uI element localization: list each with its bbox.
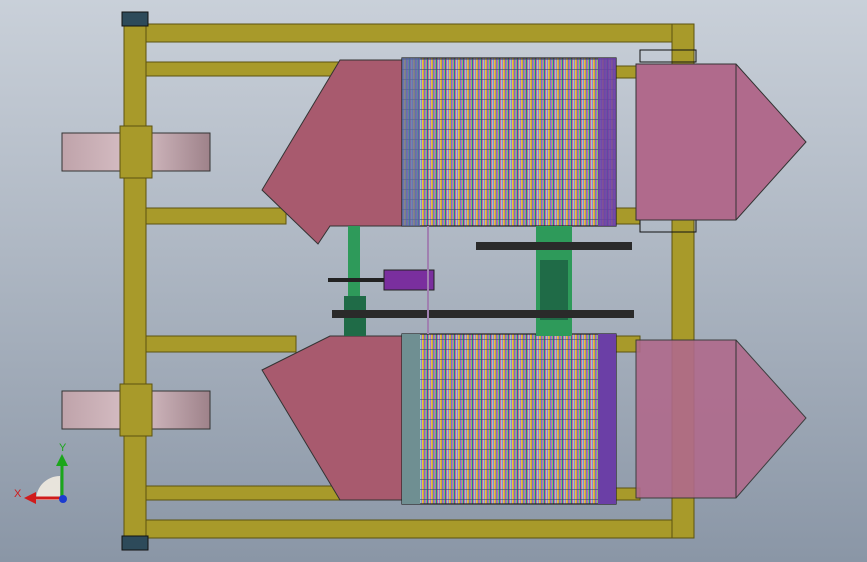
triad-z-axis [59,495,67,503]
lower-inlet-cone [261,335,403,501]
frame-top-rail [127,23,689,43]
frame-crossbar-4 [145,485,343,501]
lower-drum [401,333,617,505]
wheel-upper-hub [119,125,153,179]
gear-belt-lower [332,310,634,318]
upper-outlet-cone [635,63,807,221]
frame-foot-top-left [121,11,149,27]
handle-grip [383,269,435,291]
drive-train [328,226,634,336]
cad-viewport[interactable]: Y X [0,0,867,562]
assembly-top-view: Y X [14,11,807,551]
frame-crossbar-1 [145,61,343,77]
triad-y-label: Y [59,442,67,454]
frame-left-post [123,19,147,541]
upper-unit [261,57,807,245]
wheel-lower-hub [119,383,153,437]
triad-x-label: X [14,488,22,500]
lower-outlet-cone [635,339,807,499]
frame-bottom-rail [127,519,689,539]
lower-drum-right-cap [598,334,616,504]
triad-x-arrow [24,492,36,504]
coordinate-triad: Y X [14,442,68,504]
upper-drum [401,57,617,227]
frame-foot-bottom-left [121,535,149,551]
upper-drum-right-cap [598,58,616,226]
frame-crossbar-2 [145,207,287,225]
triad-y-arrow [56,454,68,466]
upper-drum-left-cap [402,58,420,226]
lower-unit [261,333,807,505]
lower-drum-left-cap [402,334,420,504]
triad-plane-arc [36,476,60,500]
frame-crossbar-3 [145,335,297,353]
handle-rod [328,278,388,282]
gear-belt-upper [476,242,632,250]
